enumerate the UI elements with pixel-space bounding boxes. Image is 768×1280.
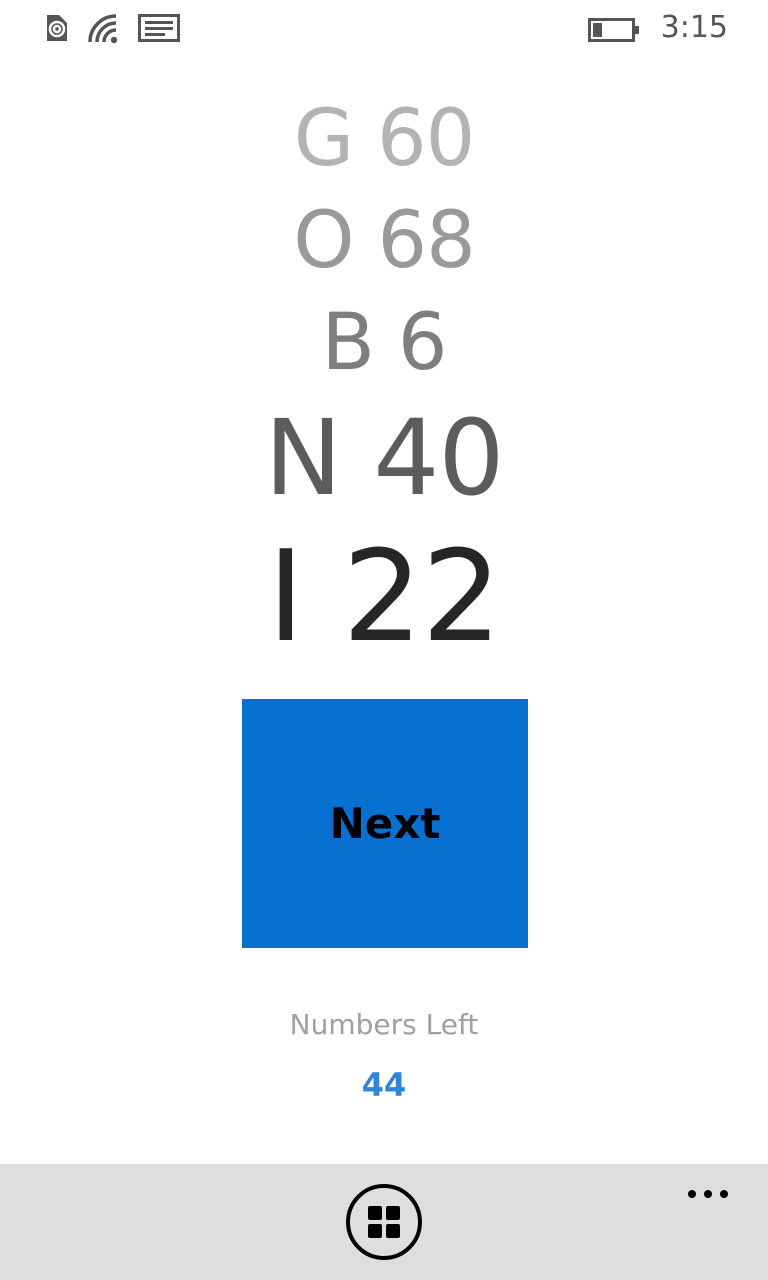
status-bar: 3:15 — [0, 0, 768, 56]
grid-button[interactable] — [346, 1184, 422, 1260]
more-button[interactable] — [682, 1172, 738, 1204]
called-number: O 68 — [293, 196, 475, 286]
app-bar — [0, 1164, 768, 1280]
grid-icon — [368, 1206, 400, 1238]
nfc-icon — [47, 15, 67, 41]
next-button[interactable]: Next — [242, 699, 528, 948]
message-icon — [138, 14, 180, 42]
called-number: N 40 — [264, 397, 504, 519]
wifi-icon — [88, 14, 118, 44]
more-ellipsis-icon — [688, 1190, 728, 1198]
status-time: 3:15 — [660, 10, 728, 45]
called-numbers-list: G 60 O 68 B 6 N 40 I 22 — [0, 88, 768, 672]
numbers-left-count: 44 — [361, 1066, 407, 1104]
numbers-left-label: Numbers Left — [289, 1008, 479, 1041]
called-number: B 6 — [321, 298, 448, 388]
called-number: G 60 — [293, 94, 476, 184]
current-number: I 22 — [267, 523, 502, 670]
battery-icon — [588, 18, 639, 42]
next-button-label: Next — [329, 799, 441, 848]
